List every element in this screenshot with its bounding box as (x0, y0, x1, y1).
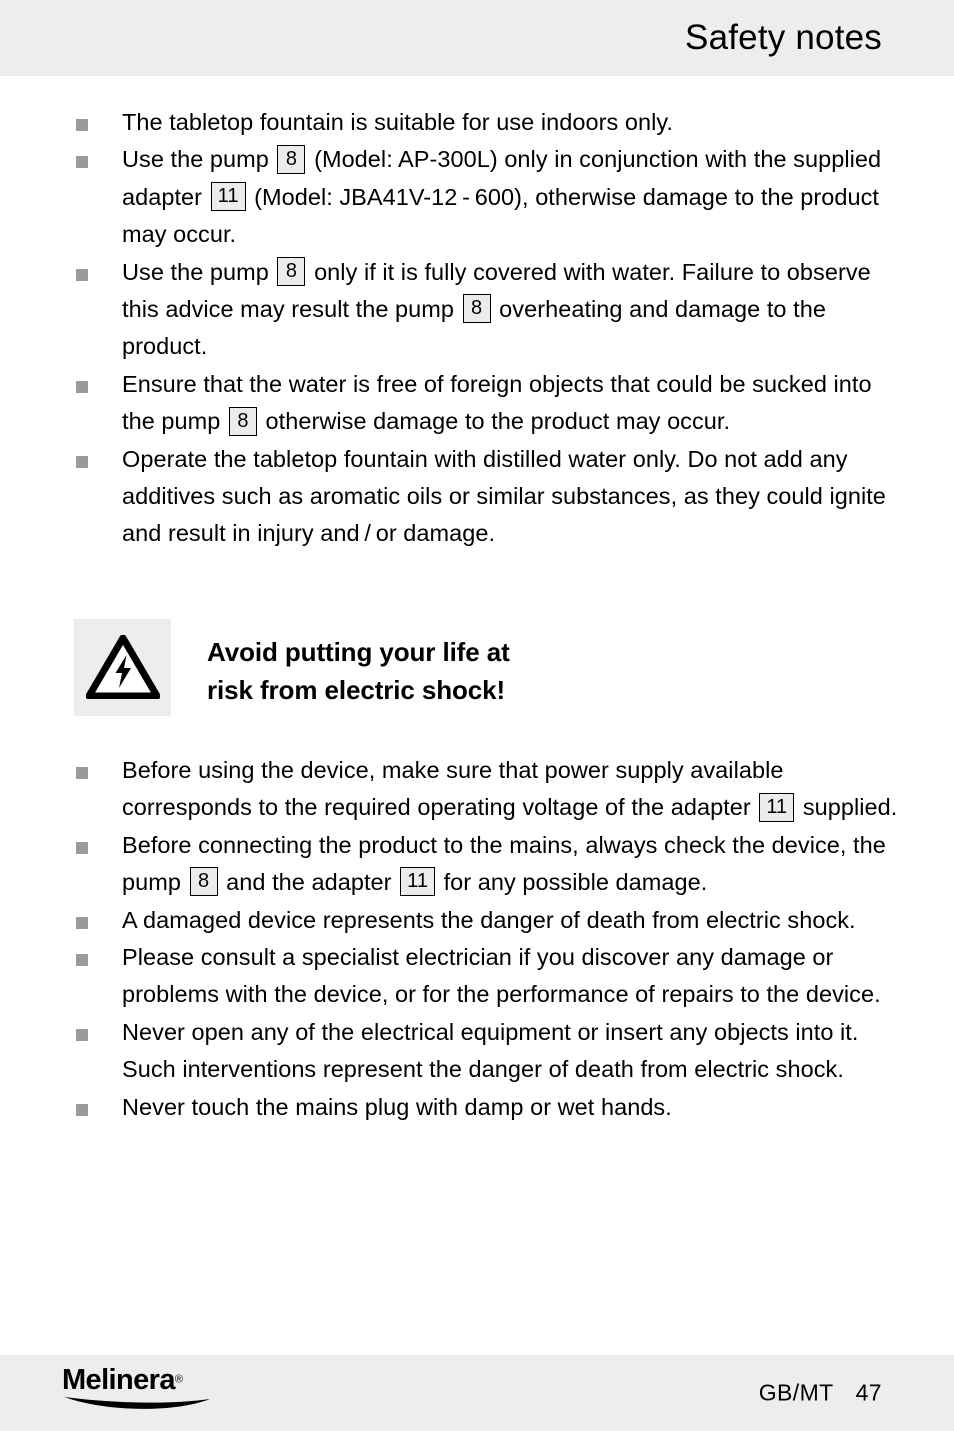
bullet-text: Use the pump 8 only if it is fully cover… (122, 256, 871, 360)
part-reference-8: 8 (277, 144, 306, 174)
page-title: Safety notes (685, 18, 882, 57)
electric-shock-warning-icon (85, 635, 160, 700)
bullet-text: Please consult a specialist electrician … (122, 943, 881, 1008)
bullet-text: Never open any of the electrical equipme… (122, 1018, 859, 1083)
bullet-damaged-device-danger: A damaged device represents the danger o… (56, 902, 898, 939)
bullet-text: The tabletop fountain is suitable for us… (122, 109, 673, 135)
bullet-pump-covered-water: Use the pump 8 only if it is fully cover… (56, 254, 898, 366)
registered-trademark-icon: ® (174, 1373, 183, 1386)
logo-swoosh-icon (62, 1396, 222, 1419)
bullet-square-icon (76, 916, 88, 929)
part-reference-11: 11 (759, 792, 795, 822)
bullet-square-icon (76, 1103, 88, 1116)
warning-heading: Avoid putting your life at risk from ele… (207, 619, 510, 709)
bullet-square-icon (76, 380, 88, 393)
bullet-square-icon (76, 268, 88, 281)
part-reference-8: 8 (228, 406, 257, 436)
warning-heading-line-1: Avoid putting your life at (207, 636, 510, 667)
bullet-never-touch-plug: Never touch the mains plug with damp or … (56, 1089, 898, 1126)
bullet-text: Operate the tabletop fountain with disti… (122, 445, 886, 547)
warning-heading-line-2: risk from electric shock! (207, 674, 506, 705)
bullet-text: Ensure that the water is free of foreign… (122, 370, 872, 436)
safety-notes-list-primary: The tabletop fountain is suitable for us… (56, 104, 898, 553)
page-number: 47 (855, 1379, 882, 1406)
locale-code: GB/MT (758, 1379, 834, 1406)
bullet-text: Use the pump 8 (Model: AP-300L) only in … (122, 144, 882, 248)
bullet-square-icon (76, 119, 88, 131)
bullet-text: Before using the device, make sure that … (122, 756, 898, 822)
warning-icon-container (74, 618, 171, 716)
part-reference-8: 8 (462, 294, 491, 324)
bullet-distilled-water: Operate the tabletop fountain with disti… (56, 441, 898, 553)
page-footer-info: GB/MT 47 (759, 1380, 882, 1407)
bullet-text: A damaged device represents the danger o… (122, 906, 856, 933)
brand-name: Melinera (62, 1364, 175, 1396)
bullet-check-before-mains: Before connecting the product to the mai… (56, 827, 898, 902)
bullet-square-icon (76, 1028, 88, 1041)
bullet-square-icon (76, 841, 88, 854)
bullet-water-free-of-objects: Ensure that the water is free of foreign… (56, 366, 898, 441)
part-reference-8: 8 (189, 867, 218, 897)
melinera-logo: Melinera® (62, 1365, 222, 1421)
safety-notes-list-electrical: Before using the device, make sure that … (56, 752, 898, 1126)
bullet-power-supply-voltage: Before using the device, make sure that … (56, 752, 898, 827)
bullet-consult-electrician: Please consult a specialist electrician … (56, 939, 898, 1014)
bullet-text: Before connecting the product to the mai… (122, 831, 886, 897)
bullet-square-icon (76, 953, 88, 966)
part-reference-11: 11 (210, 182, 246, 212)
page-footer: Melinera® GB/MT 47 (0, 1355, 954, 1431)
bullet-square-icon (76, 455, 88, 468)
part-reference-8: 8 (277, 256, 306, 286)
part-reference-11: 11 (400, 867, 435, 897)
bullet-square-icon (76, 156, 88, 169)
bullet-pump-adapter-models: Use the pump 8 (Model: AP-300L) only in … (56, 141, 898, 253)
bullet-indoors-only: The tabletop fountain is suitable for us… (56, 104, 898, 141)
bullet-square-icon (76, 766, 88, 779)
bullet-never-open-equipment: Never open any of the electrical equipme… (56, 1014, 898, 1089)
electric-shock-warning-block: Avoid putting your life at risk from ele… (56, 618, 898, 716)
page-content: The tabletop fountain is suitable for us… (0, 76, 954, 1355)
page-header: Safety notes (0, 0, 954, 76)
bullet-text: Never touch the mains plug with damp or … (122, 1093, 672, 1120)
